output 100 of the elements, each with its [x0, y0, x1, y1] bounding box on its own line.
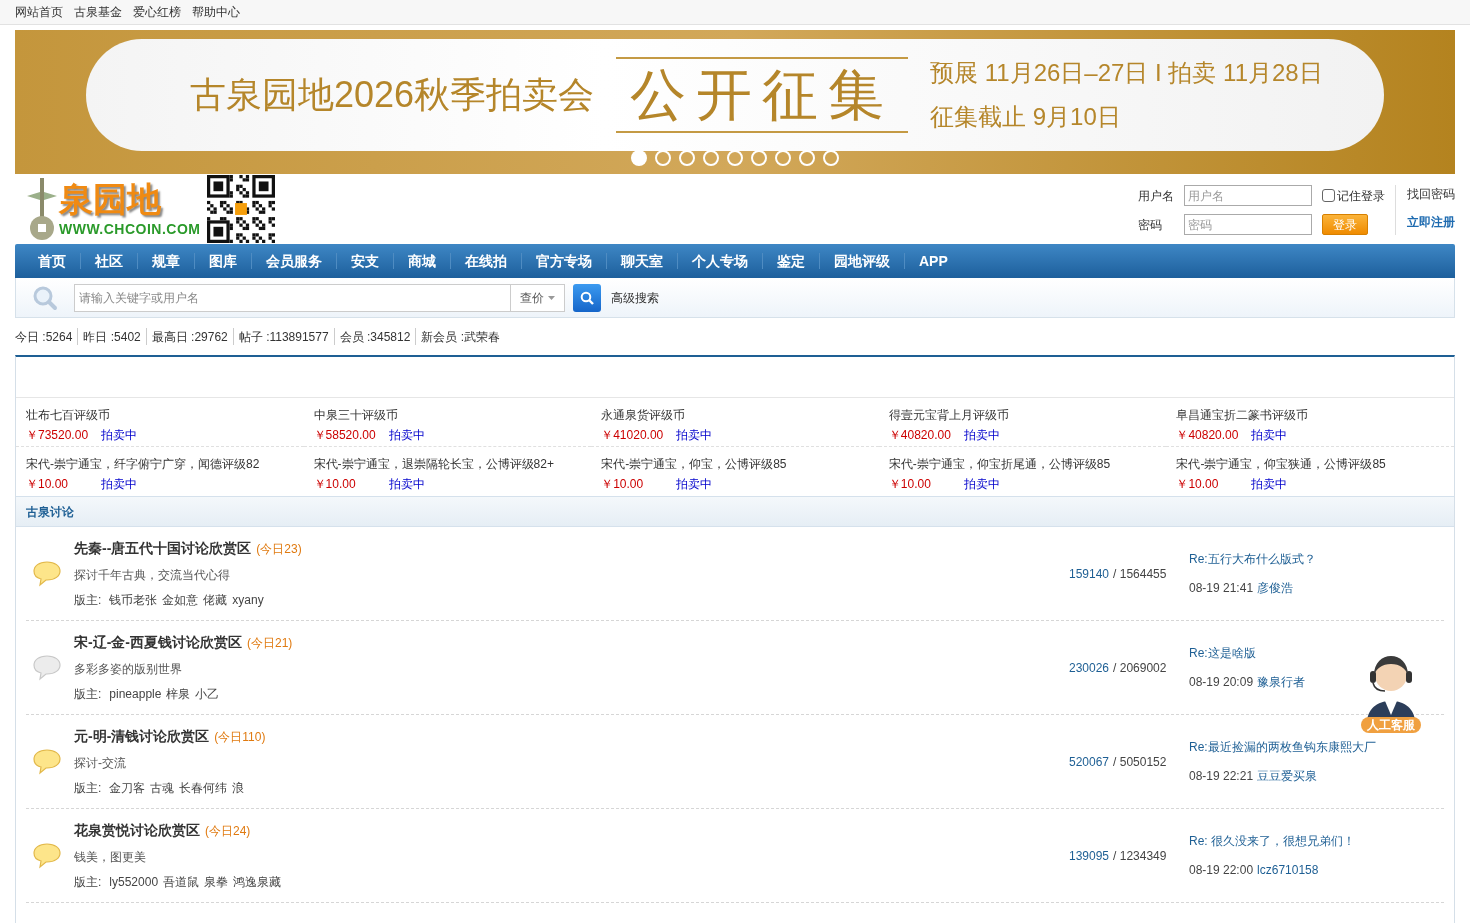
moderator-link[interactable]: 佬藏: [203, 591, 228, 609]
auction-status-link[interactable]: 拍卖中: [676, 426, 713, 444]
auction-item-name[interactable]: 宋代-崇宁通宝，纤字俯宁广穿，闻德评级82: [26, 455, 304, 473]
forum-title[interactable]: 宋-辽-金-西夏钱讨论欣赏区: [74, 632, 242, 653]
auction-status-link[interactable]: 拍卖中: [676, 475, 713, 493]
topic-count: 159140: [1069, 565, 1110, 583]
forum-title[interactable]: 先秦--唐五代十国讨论欣赏区: [74, 538, 252, 559]
search-icon: [32, 284, 58, 311]
nav-item[interactable]: 图库: [195, 250, 251, 272]
last-post-user[interactable]: 豫泉行者: [1257, 673, 1306, 691]
auction-item-name[interactable]: 永通泉货评级币: [601, 406, 879, 424]
auction-status-link[interactable]: 拍卖中: [963, 426, 1000, 444]
forum-title[interactable]: 元-明-清钱讨论欣赏区: [74, 726, 210, 747]
auction-item-name[interactable]: 宋代-崇宁通宝，退崇隔轮长宝，公博评级82+: [313, 455, 592, 473]
last-post-user[interactable]: 彦俊浩: [1257, 579, 1294, 597]
auction-price: ￥40820.00: [1176, 427, 1239, 444]
auction-status-link[interactable]: 拍卖中: [388, 475, 425, 493]
logo-url: WWW.CHCOIN.COM: [59, 219, 201, 239]
last-post-link[interactable]: Re:这是啥版: [1189, 644, 1444, 662]
stat-item: 会员 :345812: [339, 328, 411, 346]
auction-status-link[interactable]: 拍卖中: [388, 426, 425, 444]
search-field[interactable]: 请输入关键字或用户名 查价: [74, 283, 565, 312]
auction-item-name[interactable]: 宋代-崇宁通宝，仰宝折尾通，公博评级85: [888, 455, 1167, 473]
topic-count: 520067: [1069, 753, 1110, 771]
username-field[interactable]: 用户名: [1184, 185, 1312, 206]
stat-item: 今日 :5264: [15, 328, 73, 346]
advanced-search-link[interactable]: 高级搜索: [611, 288, 659, 307]
nav-item[interactable]: 规章: [138, 250, 194, 272]
today-count: (今日23): [256, 541, 302, 558]
moderator-link[interactable]: 钱币老张: [109, 591, 158, 609]
auction-status-link[interactable]: 拍卖中: [101, 475, 137, 493]
auction-item-name[interactable]: 得壹元宝背上月评级币: [888, 406, 1167, 424]
post-count: / 5050152: [1113, 753, 1167, 771]
nav-item[interactable]: 鉴定: [763, 250, 819, 272]
nav-item[interactable]: 商城: [394, 250, 450, 272]
moderator-link[interactable]: 浪: [232, 779, 245, 797]
last-post-time: 08-19 22:00: [1189, 862, 1254, 879]
support-badge: 人工客服: [1361, 717, 1421, 733]
nav-item[interactable]: 会员服务: [252, 250, 336, 272]
moderator-link[interactable]: 古魂: [150, 779, 175, 797]
moderator-link[interactable]: 金刀客: [109, 779, 146, 797]
auction-item-name[interactable]: 阜昌通宝折二篆书评级币: [1176, 406, 1454, 424]
auction-price: ￥10.00: [601, 476, 645, 493]
last-post-link[interactable]: Re:最近捡漏的两枚鱼钩东康熙大厂: [1189, 738, 1444, 756]
moderator-link[interactable]: 长春何纬: [179, 779, 228, 797]
moderator-link[interactable]: xyany: [232, 591, 264, 609]
nav-item[interactable]: 在线拍: [451, 250, 521, 272]
topic-count: 139095: [1069, 847, 1110, 865]
nav-item[interactable]: 园地评级: [820, 250, 904, 272]
nav-item[interactable]: 官方专场: [522, 250, 606, 272]
nav-item[interactable]: 聊天室: [607, 250, 677, 272]
banner-schedule: 预展 11月26日–27日 I 拍卖 11月28日: [930, 58, 1323, 88]
stat-item: 昨日 :5402: [83, 328, 141, 346]
today-count: (今日21): [247, 635, 293, 652]
auction-status-link[interactable]: 拍卖中: [101, 426, 137, 444]
top-link[interactable]: 网站首页: [15, 3, 63, 21]
post-count: / 2069002: [1113, 659, 1167, 677]
moderators-label: 版主:: [74, 686, 102, 703]
top-link[interactable]: 爱心红榜: [133, 3, 181, 21]
top-link[interactable]: 帮助中心: [192, 3, 240, 21]
qr-code-icon: [206, 175, 275, 243]
auction-status-link[interactable]: 拍卖中: [1251, 475, 1288, 493]
forgot-password-link[interactable]: 找回密码: [1407, 185, 1455, 203]
last-post-link[interactable]: Re: 很久没来了，很想兄弟们！: [1189, 832, 1444, 850]
site-logo[interactable]: 泉园地 WWW.CHCOIN.COM: [15, 176, 201, 242]
auction-item-name[interactable]: 宋代-崇宁通宝，仰宝，公博评级85: [601, 455, 879, 473]
search-button[interactable]: [573, 283, 601, 312]
last-post-user[interactable]: lcz6710158: [1257, 861, 1319, 879]
nav-item[interactable]: 个人专场: [678, 250, 762, 272]
search-type-select[interactable]: 查价: [510, 284, 564, 311]
moderator-link[interactable]: 泉拳: [204, 873, 229, 891]
nav-item[interactable]: 首页: [24, 250, 80, 272]
moderator-link[interactable]: 梓泉: [166, 685, 191, 703]
nav-item[interactable]: APP: [905, 250, 962, 272]
moderators-label: 版主:: [74, 592, 102, 609]
forum-description: 探讨千年古典，交流当代心得: [74, 567, 231, 584]
moderator-link[interactable]: pineapple: [109, 685, 162, 703]
forum-description: 探讨-交流: [74, 755, 127, 772]
remember-checkbox[interactable]: 记住登录: [1322, 186, 1385, 205]
auction-status-link[interactable]: 拍卖中: [963, 475, 1000, 493]
moderator-link[interactable]: 小乙: [195, 685, 220, 703]
nav-item[interactable]: 社区: [81, 250, 137, 272]
banner-deadline: 征集截止 9月10日: [930, 102, 1122, 132]
auction-status-link[interactable]: 拍卖中: [1251, 426, 1288, 444]
auction-item-name[interactable]: 壮布七百评级币: [26, 406, 304, 424]
moderator-link[interactable]: 金如意: [162, 591, 199, 609]
password-field[interactable]: 密码: [1184, 214, 1312, 235]
today-count: (今日110): [214, 729, 266, 746]
moderator-link[interactable]: 吾道鼠: [163, 873, 200, 891]
moderator-link[interactable]: ly552000: [109, 873, 159, 891]
top-link[interactable]: 古泉基金: [74, 3, 122, 21]
forum-title[interactable]: 花泉赏悦讨论欣赏区: [74, 820, 200, 841]
nav-item[interactable]: 安支: [337, 250, 393, 272]
auction-price: ￥10.00: [888, 476, 932, 493]
auction-item-name[interactable]: 宋代-崇宁通宝，仰宝狭通，公博评级85: [1176, 455, 1454, 473]
register-link[interactable]: 立即注册: [1407, 213, 1455, 231]
moderator-link[interactable]: 鸿逸泉藏: [233, 873, 282, 891]
auction-item-name[interactable]: 中泉三十评级币: [313, 406, 592, 424]
last-post-user[interactable]: 豆豆爱买泉: [1257, 767, 1318, 785]
last-post-link[interactable]: Re:五行大布什么版式？: [1189, 550, 1444, 568]
